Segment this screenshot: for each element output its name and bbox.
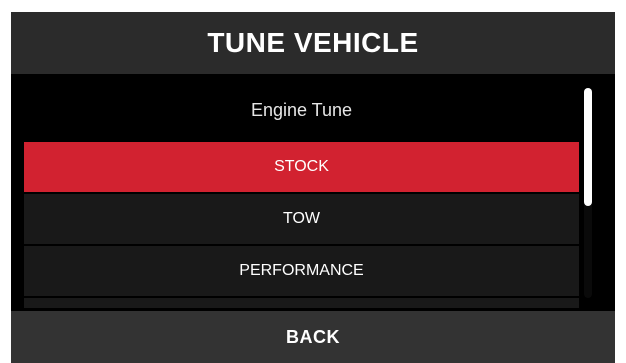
- option-label: STOCK: [274, 158, 329, 175]
- list-title: Engine Tune: [250, 99, 353, 120]
- tune-vehicle-screen: TUNE VEHICLE Engine Tune STOCK TOW PERFO…: [11, 12, 615, 363]
- option-stock[interactable]: STOCK: [24, 142, 579, 192]
- back-button[interactable]: BACK: [11, 311, 615, 363]
- option-label: PERFORMANCE: [239, 262, 364, 279]
- page-title: TUNE VEHICLE: [11, 12, 615, 74]
- scrollbar-thumb[interactable]: [584, 88, 592, 206]
- option-performance[interactable]: PERFORMANCE: [24, 246, 579, 296]
- option-label: TOW: [282, 210, 321, 227]
- engine-tune-list: Engine Tune STOCK TOW PERFORMANCE: [24, 82, 579, 308]
- option-tow[interactable]: TOW: [24, 194, 579, 244]
- option-next-partial: [24, 298, 579, 308]
